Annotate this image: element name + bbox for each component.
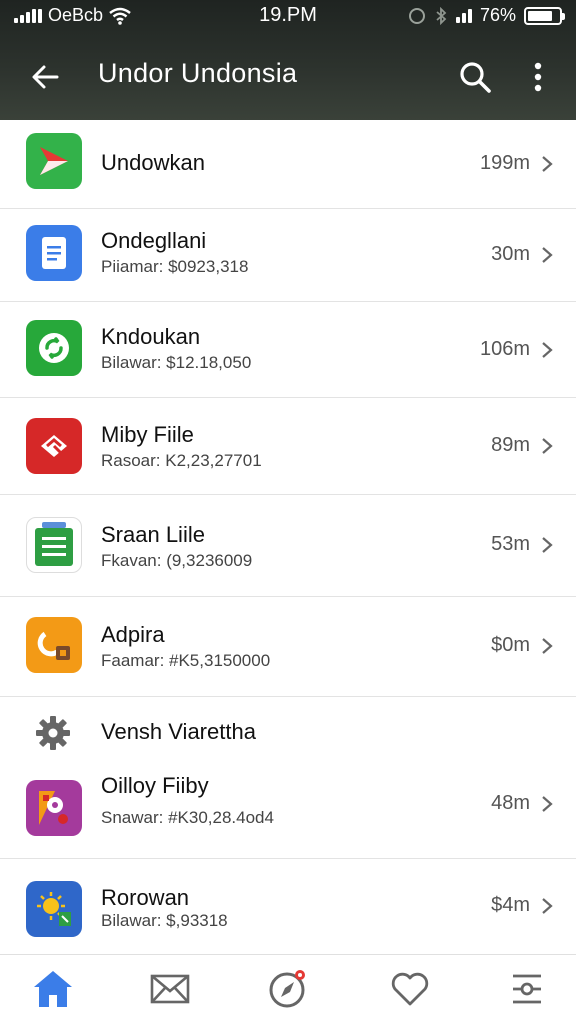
item-name: Rorowan [101, 885, 190, 910]
search-button[interactable] [452, 54, 498, 100]
list-item[interactable]: Undowkan 199m [0, 120, 576, 209]
chevron-right-icon [542, 796, 553, 812]
battery-icon [524, 6, 565, 25]
more-vert-icon [534, 62, 542, 92]
back-button[interactable] [22, 54, 68, 100]
pen-icon [26, 418, 82, 474]
item-name: Undowkan [101, 150, 205, 175]
status-bar: OeBcb 19.PM 76% [0, 0, 576, 32]
chevron-right-icon [542, 537, 553, 553]
cell-signal-icon [455, 8, 472, 23]
item-subtitle: Faamar: #K5,3150000 [101, 651, 271, 670]
list-item[interactable]: Rorowan Bilawar: $,93318 $4m [0, 859, 576, 954]
item-size: 89m [491, 434, 530, 456]
chevron-right-icon [542, 342, 553, 358]
chevron-right-icon [542, 156, 553, 172]
chevron-right-icon [542, 638, 553, 654]
section-header: Vensh Viarettha [101, 719, 256, 744]
search-icon [460, 62, 491, 93]
photo-icon [26, 780, 82, 836]
item-name: Oilloy Fiiby [101, 773, 209, 798]
alarm-icon [408, 7, 425, 24]
app-bar: Undor Undonsia [0, 36, 576, 116]
chevron-right-icon [542, 438, 553, 454]
item-size: 48m [491, 792, 530, 814]
list-item[interactable]: Kndoukan Bilawar: $12.18,050 106m [0, 302, 576, 398]
item-subtitle: Bilawar: $,93318 [101, 911, 228, 930]
item-size: $0m [491, 634, 530, 656]
nav-favorites-button[interactable] [386, 967, 434, 1011]
arrow-left-icon [32, 65, 59, 89]
heart-icon [391, 972, 429, 1006]
bottom-nav [0, 954, 576, 1024]
chevron-right-icon [542, 247, 553, 263]
status-right: 76% [408, 5, 565, 26]
item-name: Ondegllani [101, 228, 207, 253]
document-icon [26, 225, 82, 281]
home-icon [34, 971, 72, 1007]
list-icon [26, 517, 82, 573]
nav-mail-button[interactable] [146, 967, 194, 1011]
tools-icon [26, 617, 82, 673]
item-subtitle: Bilawar: $12.18,050 [101, 353, 252, 372]
item-size: 199m [479, 152, 530, 174]
item-name: Miby Fiile [101, 422, 194, 447]
item-subtitle: Fkavan: (9,3236009 [101, 551, 253, 570]
more-options-button[interactable] [518, 54, 558, 100]
item-name: Sraan Liile [101, 522, 205, 547]
mail-icon [150, 974, 190, 1004]
gear-icon [36, 716, 70, 750]
nav-settings-button[interactable] [503, 967, 551, 1011]
item-size: $4m [491, 894, 530, 916]
sliders-icon [513, 974, 541, 1004]
top-bar: OeBcb 19.PM 76% Undor Undonsia [0, 0, 576, 120]
item-subtitle: Piiamar: $0923,318 [101, 257, 249, 276]
page-title: Undor Undonsia [98, 58, 298, 88]
nav-home-button[interactable] [29, 967, 77, 1011]
item-subtitle: Rasoar: K2,23,27701 [101, 451, 262, 470]
compass-icon [269, 970, 305, 1008]
nav-explore-button[interactable] [264, 967, 312, 1011]
list-item[interactable]: Sraan Liile Fkavan: (9,3236009 53m [0, 495, 576, 597]
list-item[interactable]: Ondegllani Piiamar: $0923,318 30m [0, 209, 576, 302]
chevron-right-icon [542, 898, 553, 914]
sync-icon [26, 320, 82, 376]
item-name: Adpira [101, 622, 165, 647]
battery-percent: 76% [479, 5, 516, 25]
item-subtitle: Snawar: #K30,28.4od4 [101, 808, 274, 827]
item-size: 53m [491, 533, 530, 555]
bluetooth-icon [436, 6, 447, 25]
play-arrow-icon [26, 133, 82, 189]
list-item[interactable]: Adpira Faamar: #K5,3150000 $0m [0, 597, 576, 697]
item-size: 106m [479, 338, 530, 360]
list-item[interactable]: Oilloy Fiiby Snawar: #K30,28.4od4 48m [0, 758, 576, 859]
item-size: 30m [491, 243, 530, 265]
weather-icon [26, 881, 82, 937]
list-item[interactable]: Miby Fiile Rasoar: K2,23,27701 89m [0, 398, 576, 495]
item-name: Kndoukan [101, 324, 201, 349]
